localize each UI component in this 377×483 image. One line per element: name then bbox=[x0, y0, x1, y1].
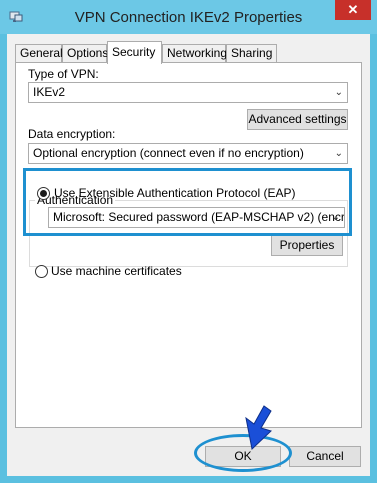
dialog-client-area: General Options Security Networking Shar… bbox=[7, 34, 370, 476]
machine-cert-radio-label[interactable]: Use machine certificates bbox=[51, 264, 182, 278]
chevron-down-icon: ⌄ bbox=[334, 87, 343, 98]
vpn-type-value: IKEv2 bbox=[33, 85, 66, 99]
tab-options[interactable]: Options bbox=[62, 44, 108, 63]
data-encryption-select[interactable]: Optional encryption (connect even if no … bbox=[28, 143, 348, 164]
tab-networking[interactable]: Networking bbox=[162, 44, 227, 63]
eap-radio[interactable] bbox=[37, 187, 50, 200]
cancel-button[interactable]: Cancel bbox=[289, 446, 361, 467]
machine-cert-radio[interactable] bbox=[35, 265, 48, 278]
window-title: VPN Connection IKEv2 Properties bbox=[74, 9, 303, 26]
data-encryption-label: Data encryption: bbox=[28, 127, 116, 141]
advanced-settings-button[interactable]: Advanced settings bbox=[247, 109, 348, 130]
eap-radio-label[interactable]: Use Extensible Authentication Protocol (… bbox=[54, 186, 295, 200]
title-bar: VPN Connection IKEv2 Properties ✕ bbox=[0, 0, 377, 34]
eap-properties-button[interactable]: Properties bbox=[271, 235, 343, 256]
chevron-down-icon: ⌄ bbox=[334, 148, 343, 159]
tab-general[interactable]: General bbox=[15, 44, 63, 63]
tab-sharing[interactable]: Sharing bbox=[226, 44, 277, 63]
chevron-down-icon: ⌄ bbox=[331, 212, 340, 223]
close-button[interactable]: ✕ bbox=[335, 0, 371, 20]
security-panel: Type of VPN: IKEv2 ⌄ Advanced settings D… bbox=[15, 62, 362, 428]
arrow-pointer-icon bbox=[245, 405, 272, 450]
eap-method-value: Microsoft: Secured password (EAP-MSCHAP … bbox=[53, 210, 344, 224]
tab-security[interactable]: Security bbox=[107, 41, 162, 64]
vpn-type-label: Type of VPN: bbox=[28, 67, 99, 81]
vpn-type-select[interactable]: IKEv2 ⌄ bbox=[28, 82, 348, 103]
properties-dialog: VPN Connection IKEv2 Properties ✕ Genera… bbox=[0, 0, 377, 483]
data-encryption-value: Optional encryption (connect even if no … bbox=[33, 146, 304, 160]
eap-method-select[interactable]: Microsoft: Secured password (EAP-MSCHAP … bbox=[48, 207, 345, 228]
